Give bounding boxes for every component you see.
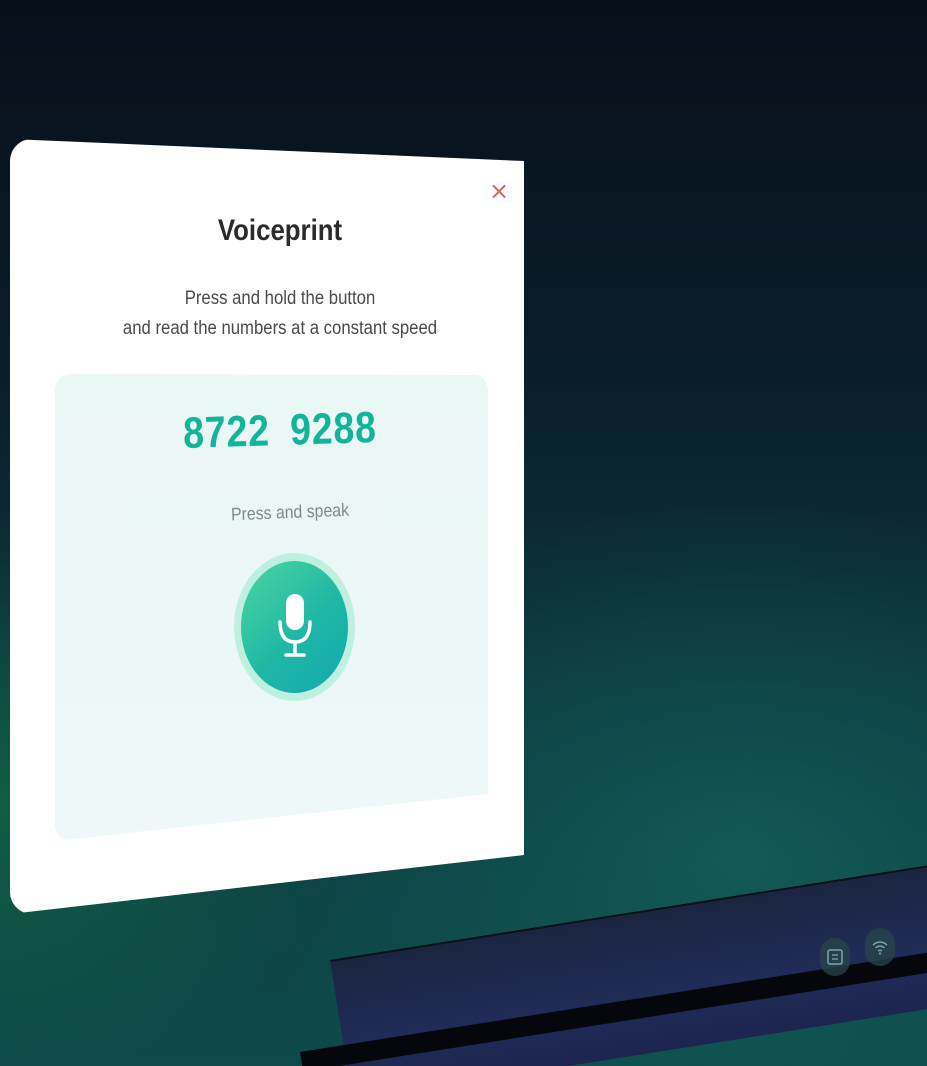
instruction-line-1: Press and hold the button <box>184 288 376 309</box>
instruction-line-2: and read the numbers at a constant speed <box>122 318 438 339</box>
wifi-icon[interactable] <box>865 928 895 966</box>
digit-group-2: 9288 <box>289 403 378 455</box>
digit-groups: 8722 9288 <box>169 403 391 460</box>
screen-share-icon[interactable] <box>820 938 850 976</box>
close-icon[interactable]: × <box>489 177 509 205</box>
microphone-icon[interactable] <box>275 592 315 662</box>
close-button[interactable]: × <box>488 177 510 205</box>
dialog-title: Voiceprint <box>217 214 343 247</box>
digit-group-1: 8722 <box>182 406 271 458</box>
screen: × Voiceprint Press and hold the button a… <box>0 0 927 1066</box>
